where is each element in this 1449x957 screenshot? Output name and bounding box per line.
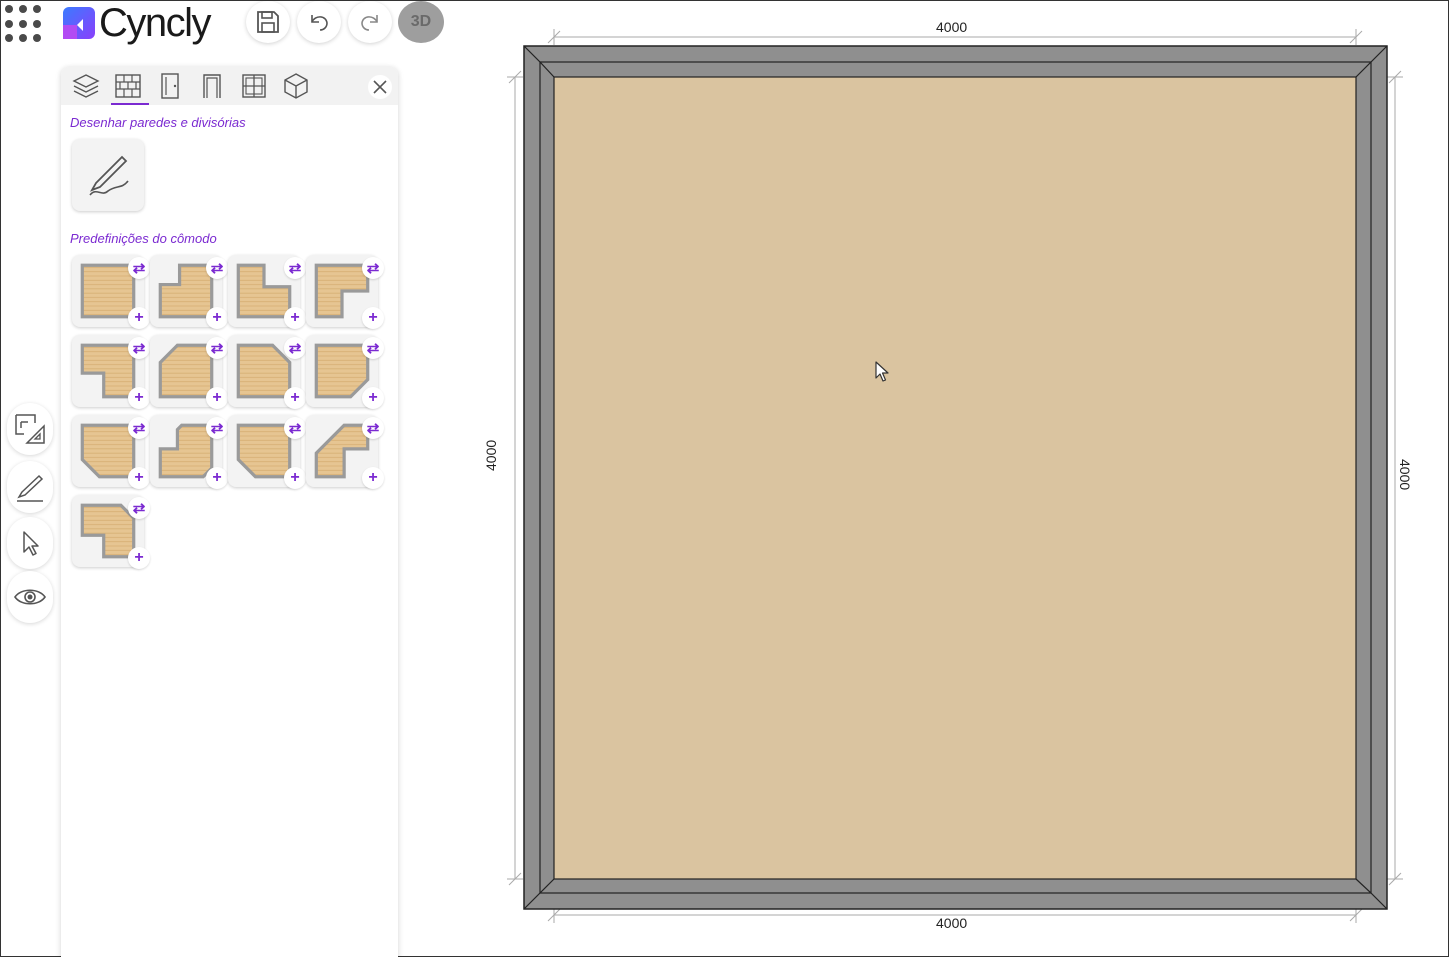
layers-icon [72, 74, 100, 98]
pencil-icon [17, 474, 44, 502]
panel-tabs [61, 67, 398, 105]
window-icon [242, 74, 266, 98]
dimension-bottom: 4000 [936, 915, 968, 931]
swap-preset-button[interactable]: ⇄ [128, 497, 150, 519]
room-preset-chamfer-bottom-left[interactable]: ⇄ + [72, 415, 150, 489]
add-preset-button[interactable]: + [128, 307, 150, 329]
dimension-top: 4000 [936, 19, 968, 35]
add-preset-button[interactable]: + [206, 387, 228, 409]
tab-layers[interactable] [65, 67, 107, 105]
door-icon [161, 73, 179, 99]
redo-button[interactable] [348, 1, 392, 43]
draw-walls-tool[interactable] [72, 139, 144, 211]
swap-preset-button[interactable]: ⇄ [206, 257, 228, 279]
draw-tool-button[interactable] [7, 461, 53, 513]
add-preset-button[interactable]: + [206, 467, 228, 489]
walls-panel: Desenhar paredes e divisórias Predefiniç… [61, 67, 398, 957]
apps-grid-icon[interactable] [3, 3, 43, 43]
swap-preset-button[interactable]: ⇄ [362, 417, 384, 439]
close-panel-button[interactable] [368, 75, 392, 99]
opening-icon [203, 74, 221, 98]
room-presets-title: Predefinições do cômodo [70, 231, 217, 246]
swap-preset-button[interactable]: ⇄ [128, 417, 150, 439]
room-preset-notch-bottom-left[interactable]: ⇄ + [72, 335, 150, 409]
swap-preset-button[interactable]: ⇄ [128, 257, 150, 279]
dimension-right: 4000 [1397, 459, 1413, 491]
save-button[interactable] [246, 1, 290, 43]
add-preset-button[interactable]: + [128, 547, 150, 569]
eye-icon [14, 589, 46, 605]
swap-preset-button[interactable]: ⇄ [362, 257, 384, 279]
floorplan-canvas[interactable]: 4000 4000 4000 4000 [401, 1, 1449, 957]
tab-walls[interactable] [107, 67, 149, 105]
add-preset-button[interactable]: + [284, 387, 306, 409]
room-preset-notch-bottom-right[interactable]: ⇄ + [306, 255, 384, 329]
swap-preset-button[interactable]: ⇄ [206, 337, 228, 359]
swap-preset-button[interactable]: ⇄ [128, 337, 150, 359]
tab-objects[interactable] [275, 67, 317, 105]
add-preset-button[interactable]: + [362, 387, 384, 409]
tab-openings[interactable] [191, 67, 233, 105]
room-preset-step-top-right[interactable]: ⇄ + [150, 415, 228, 489]
cube-icon [284, 73, 308, 99]
room-preset-l-shape[interactable]: ⇄ + [72, 495, 150, 569]
floorplan-measure-icon [15, 414, 45, 444]
draw-walls-title: Desenhar paredes e divisórias [70, 115, 246, 130]
room-presets-grid: ⇄ + ⇄ + ⇄ + ⇄ + ⇄ + ⇄ + ⇄ + ⇄ + ⇄ + ⇄ + ⇄ + ⇄ + ⇄ + [72, 255, 398, 569]
room-preset-step-right-chamfer[interactable]: ⇄ + [306, 415, 384, 489]
close-icon [373, 80, 387, 94]
swap-preset-button[interactable]: ⇄ [284, 337, 306, 359]
add-preset-button[interactable]: + [362, 467, 384, 489]
pencil-icon [89, 155, 129, 196]
add-preset-button[interactable]: + [284, 467, 306, 489]
room-preset-chamfer-two-left[interactable]: ⇄ + [228, 415, 306, 489]
cyncly-logo-icon [63, 7, 95, 39]
floorplan-drawing[interactable] [401, 1, 1449, 957]
add-preset-button[interactable]: + [206, 307, 228, 329]
room-preset-chamfer-top-right[interactable]: ⇄ + [228, 335, 306, 409]
select-tool-button[interactable] [7, 517, 53, 569]
swap-preset-button[interactable]: ⇄ [284, 257, 306, 279]
save-icon [257, 11, 279, 33]
room-preset-chamfer-top-left[interactable]: ⇄ + [150, 335, 228, 409]
redo-icon [361, 15, 378, 31]
room-preset-notch-top-left-small[interactable]: ⇄ + [228, 255, 306, 329]
dimension-left: 4000 [483, 439, 499, 471]
room-preset-chamfer-bottom-right[interactable]: ⇄ + [306, 335, 384, 409]
mouse-cursor-icon [875, 361, 889, 382]
room-preset-rectangle[interactable]: ⇄ + [72, 255, 150, 329]
swap-preset-button[interactable]: ⇄ [206, 417, 228, 439]
undo-button[interactable] [297, 1, 341, 43]
undo-icon [311, 15, 328, 31]
swap-preset-button[interactable]: ⇄ [284, 417, 306, 439]
room-floor [553, 76, 1357, 880]
cursor-icon [23, 531, 39, 556]
room-preset-notch-top-left[interactable]: ⇄ + [150, 255, 228, 329]
wall-icon [115, 74, 141, 98]
add-preset-button[interactable]: + [284, 307, 306, 329]
brand-name: Cyncly [99, 1, 212, 45]
logo: Cyncly [63, 1, 212, 45]
floorplan-measure-button[interactable] [7, 403, 53, 455]
add-preset-button[interactable]: + [128, 387, 150, 409]
tab-windows[interactable] [233, 67, 275, 105]
swap-preset-button[interactable]: ⇄ [362, 337, 384, 359]
add-preset-button[interactable]: + [362, 307, 384, 329]
add-preset-button[interactable]: + [128, 467, 150, 489]
tab-doors[interactable] [149, 67, 191, 105]
visibility-button[interactable] [7, 571, 53, 623]
